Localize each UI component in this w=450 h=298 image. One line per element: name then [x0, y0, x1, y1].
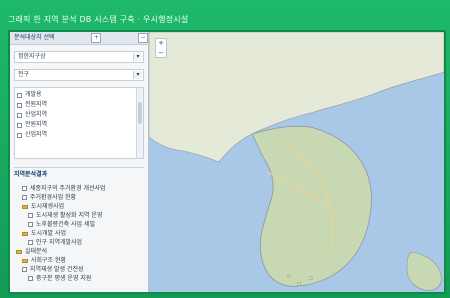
- checkbox[interactable]: [17, 92, 22, 98]
- list-scrollbar[interactable]: [136, 88, 143, 158]
- korea-map[interactable]: [149, 32, 444, 292]
- tree-item-label: 실태분석: [25, 248, 48, 255]
- tree-folder[interactable]: 실태분석: [16, 247, 142, 256]
- folder-icon: [16, 249, 22, 254]
- folder-icon: [22, 204, 28, 209]
- list-item-label: 개발용: [25, 91, 42, 98]
- list-item[interactable]: 산업지역: [17, 130, 141, 140]
- checkbox[interactable]: [22, 186, 27, 191]
- tree-item-label: 인구 지역개발사업: [36, 239, 83, 246]
- checkbox[interactable]: [17, 122, 22, 128]
- checkbox[interactable]: [22, 195, 27, 200]
- checkbox[interactable]: [28, 213, 33, 218]
- app-window: 분석대상지 선택 + − 정한지구상 ▾ 전구 ▾ 개발용 전원지역 산업지역: [8, 30, 446, 294]
- analysis-tree: 세종지구의 주거환경 개선사업 주거환경사업 현황 도시재생사업 도시재생 활성…: [16, 184, 142, 283]
- expand-button[interactable]: +: [91, 33, 102, 43]
- tree-folder[interactable]: 도시재생사업: [16, 202, 142, 211]
- tree-item-label: 도시개발 사업: [31, 230, 67, 237]
- chevron-down-icon[interactable]: ▾: [133, 53, 142, 61]
- tree-folder[interactable]: 사회구조 현황: [16, 256, 142, 265]
- section-title: 지역분석결과: [14, 167, 144, 180]
- map-view[interactable]: + −: [149, 32, 444, 292]
- list-item[interactable]: 개발용: [17, 90, 141, 100]
- tree-item-label: 지역재생 발생 건전성: [30, 266, 84, 273]
- chevron-down-icon[interactable]: ▾: [133, 71, 142, 79]
- tree-item-label: 도시재생사업: [31, 203, 65, 210]
- tree-item-label: 중구분 평생 운영 지원: [36, 275, 92, 282]
- list-item-label: 산업지역: [25, 111, 48, 118]
- island: [309, 276, 313, 280]
- district-select-value: 전구: [18, 71, 30, 78]
- tree-item[interactable]: 인구 지역개발사업: [16, 238, 142, 247]
- tree-item-label: 사회구조 현황: [31, 257, 67, 264]
- tree-item[interactable]: 지역재생 발생 건전성: [16, 265, 142, 274]
- district-select[interactable]: 전구 ▾: [14, 69, 144, 81]
- tree-item-label: 도시재생 활성화 지역 운영: [36, 212, 103, 219]
- checkbox[interactable]: [28, 276, 33, 281]
- tree-item-label: 세종지구의 주거환경 개선사업: [30, 185, 106, 192]
- zoom-out-button[interactable]: −: [158, 49, 164, 57]
- scroll-thumb[interactable]: [138, 102, 142, 124]
- peninsula: [251, 125, 372, 287]
- zoom-control: + −: [155, 38, 167, 58]
- folder-icon: [22, 258, 28, 263]
- land-patch: [406, 251, 442, 291]
- tree-item[interactable]: 도시재생 활성화 지역 운영: [16, 211, 142, 220]
- list-item-label: 산업지역: [25, 131, 48, 138]
- checkbox[interactable]: [17, 112, 22, 118]
- list-item-label: 전원지역: [25, 121, 48, 128]
- zoom-in-button[interactable]: +: [158, 39, 164, 47]
- window-title: 그래픽 한 지역 분석 DB 시스템 구축 · 우시행정시설: [8, 15, 189, 24]
- checkbox[interactable]: [22, 267, 27, 272]
- folder-icon: [22, 231, 28, 236]
- tree-item[interactable]: 노후불량건축 사업 세밀: [16, 220, 142, 229]
- tree-folder[interactable]: 도시개발 사업: [16, 229, 142, 238]
- tree-item-label: 노후불량건축 사업 세밀: [36, 221, 96, 228]
- island: [296, 281, 302, 287]
- sidebar-title: 분석대상지 선택: [14, 34, 55, 41]
- tree-item-label: 주거환경사업 현황: [30, 194, 77, 201]
- sidebar: 분석대상지 선택 + − 정한지구상 ▾ 전구 ▾ 개발용 전원지역 산업지역: [10, 32, 149, 292]
- list-item[interactable]: 전원지역: [17, 120, 141, 130]
- list-item-label: 전원지역: [25, 101, 48, 108]
- checkbox[interactable]: [17, 132, 22, 138]
- sidebar-header: 분석대상지 선택 + −: [10, 32, 148, 45]
- checkbox[interactable]: [28, 240, 33, 245]
- collapse-button[interactable]: −: [138, 33, 148, 43]
- list-item[interactable]: 산업지역: [17, 110, 141, 120]
- tree-item[interactable]: 세종지구의 주거환경 개선사업: [16, 184, 142, 193]
- island: [287, 274, 291, 278]
- tree-item[interactable]: 중구분 평생 운영 지원: [16, 274, 142, 283]
- region-select[interactable]: 정한지구상 ▾: [14, 51, 144, 63]
- tree-item[interactable]: 주거환경사업 현황: [16, 193, 142, 202]
- list-item[interactable]: 전원지역: [17, 100, 141, 110]
- checkbox[interactable]: [17, 102, 22, 108]
- checkbox[interactable]: [28, 222, 33, 227]
- category-list: 개발용 전원지역 산업지역 전원지역 산업지역: [14, 87, 144, 159]
- region-select-value: 정한지구상: [18, 53, 46, 60]
